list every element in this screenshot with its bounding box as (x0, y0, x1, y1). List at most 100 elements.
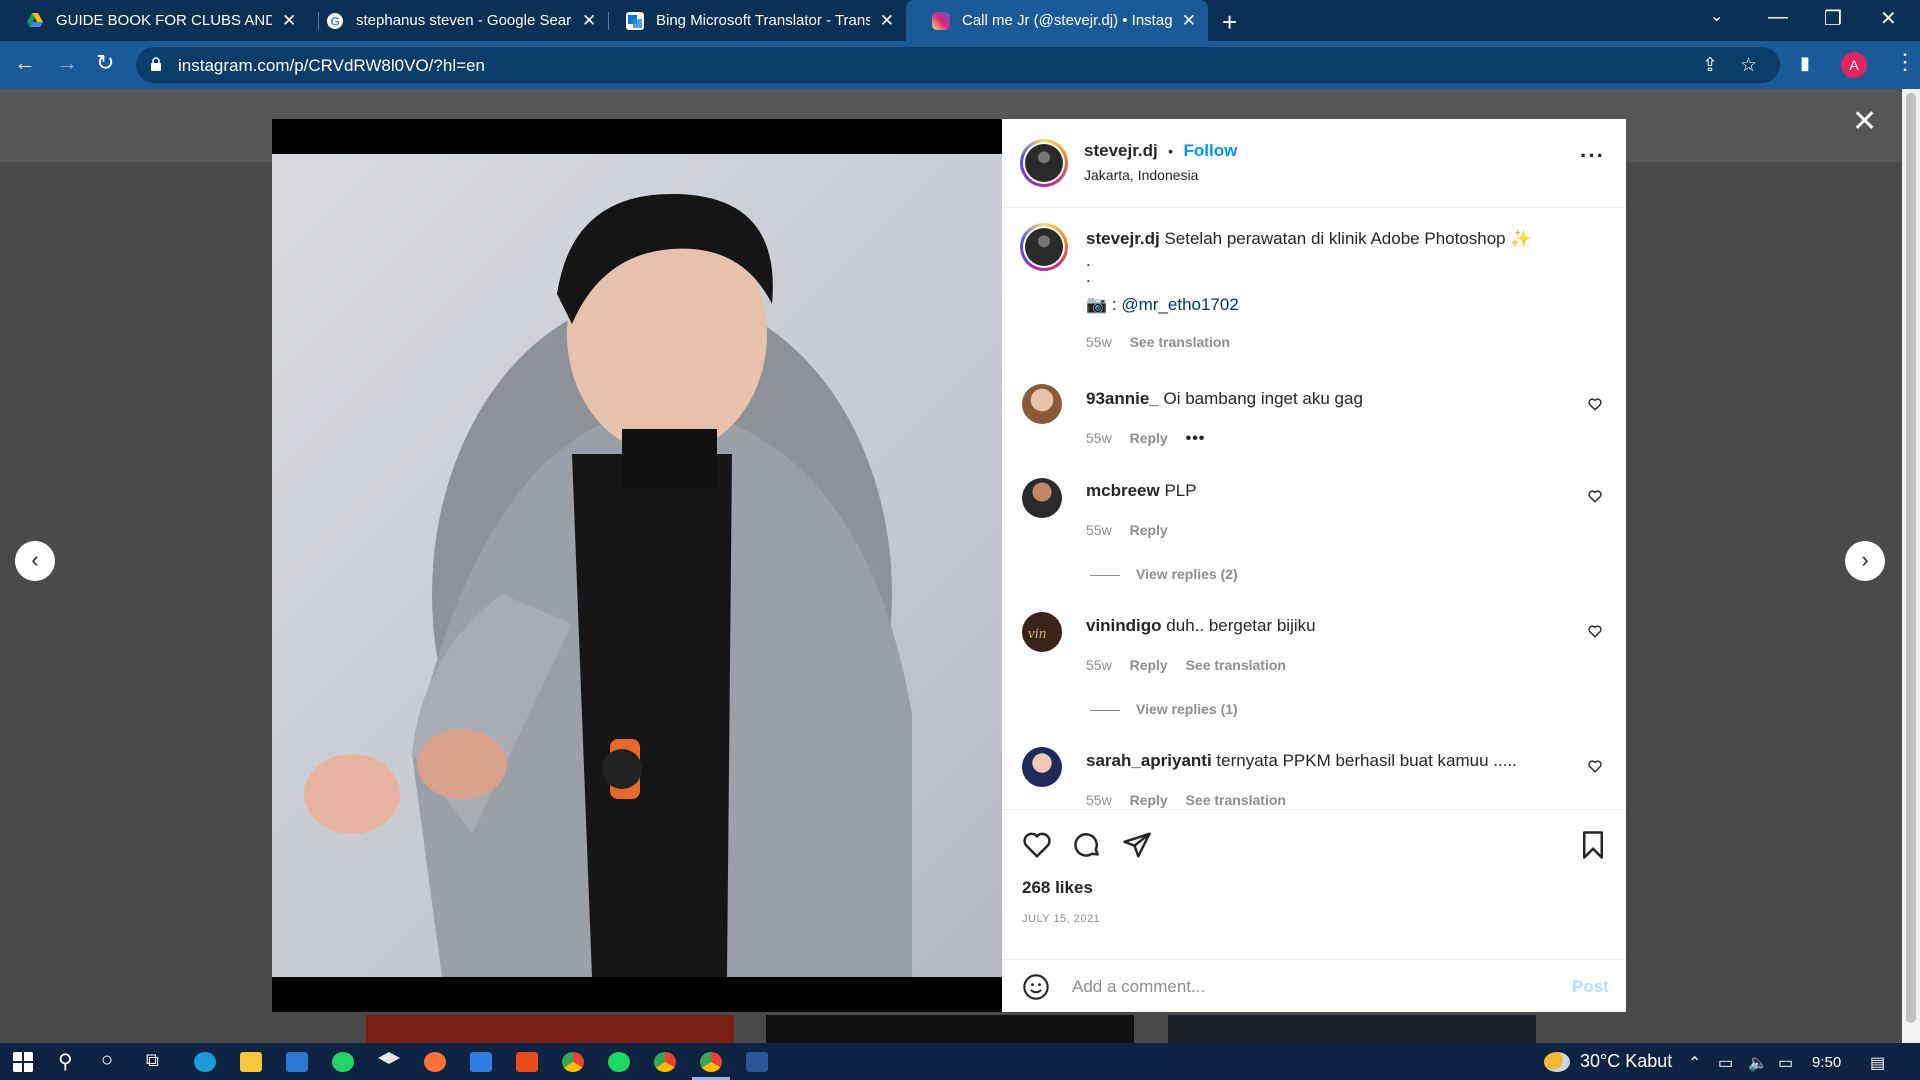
office-icon[interactable] (516, 1052, 538, 1072)
edge-icon[interactable] (194, 1052, 216, 1072)
browser-menu-icon[interactable]: ⋮ (1894, 49, 1916, 75)
commenter-avatar[interactable] (1022, 478, 1062, 518)
whatsapp-icon[interactable] (332, 1052, 354, 1072)
battery-icon[interactable]: ▭ (1778, 1053, 1793, 1073)
tab-google-search[interactable]: G stephanus steven - Google Searc ✕ (300, 0, 618, 41)
tab-guide-book[interactable]: GUIDE BOOK FOR CLUBS AND C ✕ (0, 0, 318, 41)
caption-username[interactable]: stevejr.dj (1086, 229, 1160, 248)
see-translation-button[interactable]: See translation (1186, 792, 1286, 808)
firefox-icon[interactable] (424, 1052, 446, 1072)
emoji-icon[interactable] (1022, 973, 1050, 1001)
url-text[interactable]: instagram.com/p/CRVdRW8l0VO/?hl=en (178, 56, 485, 76)
search-icon[interactable]: ⚲ (58, 1049, 73, 1074)
file-explorer-icon[interactable] (240, 1052, 262, 1072)
close-tab-icon[interactable]: ✕ (582, 11, 596, 31)
network-icon[interactable]: ▭ (1718, 1053, 1733, 1073)
reload-icon[interactable]: ↻ (96, 50, 114, 76)
grid-thumbnail (366, 1015, 734, 1043)
scrollbar-thumb[interactable] (1906, 93, 1916, 1023)
like-heart-icon[interactable] (1022, 830, 1052, 860)
comment-icon[interactable] (1072, 830, 1102, 860)
close-tab-icon[interactable]: ✕ (1182, 11, 1196, 31)
lock-icon[interactable] (150, 56, 162, 72)
share-paper-plane-icon[interactable] (1122, 830, 1152, 860)
new-tab-button[interactable]: + (1222, 7, 1237, 38)
comment-username[interactable]: sarah_apriyanti (1086, 751, 1212, 770)
previous-post-button[interactable]: ‹ (15, 541, 55, 581)
spotify-icon[interactable] (608, 1052, 630, 1072)
back-icon[interactable]: ← (14, 50, 36, 76)
chrome-active-icon[interactable] (700, 1052, 722, 1072)
caption-author-avatar[interactable] (1020, 223, 1068, 271)
notifications-icon[interactable]: ▤ (1870, 1053, 1885, 1073)
chrome-profile-icon[interactable] (654, 1052, 676, 1072)
dropbox-icon[interactable] (378, 1052, 400, 1064)
next-post-button[interactable]: › (1845, 541, 1885, 581)
weather-text[interactable]: 30°C Kabut (1580, 1051, 1672, 1072)
restore-icon[interactable]: ❐ (1824, 6, 1842, 31)
reply-button[interactable]: Reply (1130, 522, 1168, 538)
show-hidden-icons-icon[interactable]: ⌃ (1688, 1053, 1701, 1073)
mention-link[interactable]: @mr_etho1702 (1121, 295, 1238, 314)
follow-button[interactable]: Follow (1184, 141, 1238, 160)
cortana-icon[interactable]: ○ (101, 1049, 113, 1072)
more-options-icon[interactable]: ··· (1580, 143, 1605, 169)
like-comment-heart-icon[interactable] (1588, 490, 1602, 503)
page-scrollbar[interactable] (1902, 89, 1920, 1043)
bookmark-star-icon[interactable]: ☆ (1740, 54, 1757, 77)
post-photo[interactable] (272, 119, 1002, 1012)
share-icon[interactable]: ⇪ (1702, 54, 1718, 77)
side-panel-icon[interactable]: ▮ (1800, 53, 1810, 74)
view-replies-button[interactable]: View replies (1) (1090, 701, 1238, 717)
forward-icon[interactable]: → (56, 50, 78, 76)
view-replies-button[interactable]: View replies (2) (1090, 566, 1238, 582)
comment-options-icon[interactable]: ••• (1186, 430, 1206, 447)
reply-button[interactable]: Reply (1130, 792, 1168, 808)
google-drive-icon (26, 12, 44, 30)
likes-count[interactable]: 268 likes (1022, 878, 1093, 898)
see-translation-button[interactable]: See translation (1186, 657, 1286, 673)
comment-age: 55w (1086, 657, 1112, 673)
reply-button[interactable]: Reply (1130, 657, 1168, 673)
post-comment-button[interactable]: Post (1572, 977, 1609, 997)
close-window-icon[interactable]: ✕ (1880, 6, 1897, 31)
volume-icon[interactable]: 🔈 (1748, 1053, 1768, 1073)
task-view-icon[interactable]: ⧉ (146, 1050, 159, 1071)
profile-avatar[interactable]: A (1841, 52, 1867, 78)
comment-username[interactable]: mcbreew (1086, 481, 1160, 500)
tab-bing-translator[interactable]: Bing Microsoft Translator - Transl ✕ (600, 0, 906, 41)
word-icon[interactable] (746, 1052, 768, 1072)
address-bar[interactable]: instagram.com/p/CRVdRW8l0VO/?hl=en ⇪ ☆ (136, 47, 1780, 83)
mail-icon[interactable] (286, 1052, 308, 1072)
like-comment-heart-icon[interactable] (1588, 398, 1602, 411)
caption-dot: . (1086, 267, 1091, 286)
reply-button[interactable]: Reply (1130, 430, 1168, 446)
weather-icon[interactable] (1544, 1052, 1570, 1072)
comment-username[interactable]: 93annie_ (1086, 389, 1159, 408)
see-translation-button[interactable]: See translation (1130, 334, 1230, 350)
close-tab-icon[interactable]: ✕ (282, 11, 296, 31)
author-avatar[interactable] (1020, 139, 1068, 187)
minimize-icon[interactable]: — (1768, 6, 1788, 29)
tab-instagram[interactable]: Call me Jr (@stevejr.dj) • Instag ✕ (906, 0, 1208, 41)
like-comment-heart-icon[interactable] (1588, 760, 1602, 773)
save-bookmark-icon[interactable] (1578, 830, 1608, 860)
close-modal-icon[interactable]: ✕ (1852, 104, 1877, 139)
close-tab-icon[interactable]: ✕ (880, 11, 894, 31)
author-username[interactable]: stevejr.dj (1084, 141, 1158, 160)
comments-list[interactable]: stevejr.dj Setelah perawatan di klinik A… (1002, 209, 1626, 809)
security-shield-icon[interactable] (470, 1052, 492, 1072)
comment-username[interactable]: vinindigo (1086, 616, 1162, 635)
post-date[interactable]: JULY 15, 2021 (1022, 913, 1100, 925)
commenter-avatar[interactable] (1022, 384, 1062, 424)
chrome-icon[interactable] (562, 1052, 584, 1072)
comment-text: 93annie_ Oi bambang inget aku gag (1086, 389, 1363, 409)
commenter-avatar[interactable]: vin (1022, 612, 1062, 652)
windows-start-icon[interactable] (12, 1052, 34, 1072)
tab-search-icon[interactable]: ⌄ (1710, 6, 1723, 26)
post-location[interactable]: Jakarta, Indonesia (1084, 167, 1198, 183)
like-comment-heart-icon[interactable] (1588, 625, 1602, 638)
comment-input[interactable]: Add a comment... (1072, 977, 1205, 997)
commenter-avatar[interactable] (1022, 747, 1062, 787)
clock-time[interactable]: 9:50 (1812, 1054, 1841, 1071)
